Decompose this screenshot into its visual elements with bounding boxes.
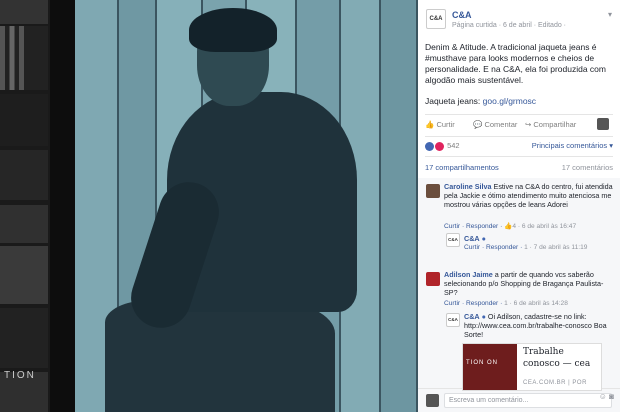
divider xyxy=(425,114,613,115)
reply-avatar[interactable]: C&A xyxy=(446,233,460,247)
love-reaction-icon xyxy=(435,141,444,151)
reaction-summary[interactable]: 542 xyxy=(425,141,460,151)
photo-viewer: TION C&A C&A Página curtida · 6 de abril… xyxy=(0,0,620,412)
post-meta: Página curtida · 6 de abril · Editado · xyxy=(452,22,567,29)
link-preview-image: TION ON xyxy=(463,344,517,390)
verified-badge-icon: ● xyxy=(481,234,486,243)
shares-link[interactable]: 17 compartilhamentos xyxy=(425,163,499,172)
feed-thumbnail[interactable] xyxy=(0,94,48,146)
comment-actions[interactable]: Curtir · Responder · xyxy=(444,300,502,307)
replier-name[interactable]: C&A xyxy=(464,312,480,321)
feed-thumbnail[interactable] xyxy=(0,26,48,90)
reply-body: C&A ● Oi Adilson, cadastre-se no link: h… xyxy=(464,312,614,339)
emoji-camera-icons[interactable]: ☺ ◙ xyxy=(599,392,614,401)
feed-thumbnail[interactable] xyxy=(0,150,48,200)
comment-body: Adilson Jaime a partir de quando vcs sab… xyxy=(444,270,614,297)
comment-composer: Escreva um comentário... ☺ ◙ xyxy=(418,388,620,412)
link-preview-title: Trabalhe xyxy=(523,347,564,357)
comment-like-count: 4 xyxy=(512,223,516,230)
share-label: Compartilhar xyxy=(533,120,577,129)
feed-thumbnail[interactable] xyxy=(0,205,48,243)
like-label: Curtir xyxy=(436,120,455,129)
post-header: C&A C&A Página curtida · 6 de abril · Ed… xyxy=(418,0,620,34)
post-actions: 👍 Curtir 💬 Comentar ↪ Compartilhar xyxy=(425,118,613,132)
commenter-avatar[interactable] xyxy=(426,184,440,198)
post-text: Denim & Atitude. A tradicional jaqueta j… xyxy=(425,42,606,85)
share-button[interactable]: ↪ Compartilhar xyxy=(525,120,576,129)
comments-count[interactable]: 17 comentários xyxy=(562,163,613,172)
feed-thumbnail[interactable] xyxy=(0,308,48,368)
model-hair xyxy=(189,8,277,52)
commenter-name[interactable]: Caroline Silva xyxy=(444,182,492,191)
reply-footer: Curtir · Responder · 1 · 7 de abril às 1… xyxy=(464,244,614,251)
verified-badge-icon: ● xyxy=(481,312,486,321)
comment-date: 1 · 6 de abril às 14:28 xyxy=(504,300,568,307)
reply-date: 1 · 7 de abril às 11:19 xyxy=(524,244,588,251)
comment-actions[interactable]: Curtir · Responder · xyxy=(444,223,502,230)
divider xyxy=(425,156,613,157)
link-preview-subtitle: conosco — cea xyxy=(523,359,591,369)
feed-thumbnail-label: TION xyxy=(4,370,36,381)
link-preview-card[interactable]: TION ON Trabalhe conosco — cea CEA.COM.B… xyxy=(462,343,602,391)
link-preview-domain: CEA.COM.BR | POR xyxy=(523,380,587,386)
divider xyxy=(425,136,613,137)
chevron-down-icon[interactable]: ▾ xyxy=(608,10,612,19)
wood-plank xyxy=(381,0,418,412)
background-feed: TION xyxy=(0,0,75,412)
comment-button[interactable]: 💬 Comentar xyxy=(473,120,517,129)
comment-sort-dropdown[interactable]: Principais comentários ▾ xyxy=(532,141,613,150)
comment-footer: Curtir · Responder · 1 · 6 de abril às 1… xyxy=(444,300,568,307)
post-link[interactable]: goo.gl/grmosc xyxy=(483,96,536,106)
page-avatar[interactable]: C&A xyxy=(426,9,446,29)
commenter-avatar[interactable] xyxy=(426,272,440,286)
comment-input[interactable]: Escreva um comentário... xyxy=(444,393,612,408)
viewer-avatar[interactable] xyxy=(597,118,609,130)
reply-avatar[interactable]: C&A xyxy=(446,313,460,327)
comment-footer: Curtir · Responder · 👍4 · 6 de abril às … xyxy=(444,222,576,230)
comment-label: Comentar xyxy=(484,120,518,129)
like-reaction-icon xyxy=(425,141,434,151)
commenter-name[interactable]: Adilson Jaime xyxy=(444,270,493,279)
overlay-dim xyxy=(50,0,75,412)
reply-body: C&A ● xyxy=(464,234,614,243)
comment-date: · 6 de abril às 16:47 xyxy=(517,223,577,230)
feed-thumbnail[interactable] xyxy=(0,246,48,304)
post-photo[interactable] xyxy=(75,0,418,412)
post-link-prefix: Jaqueta jeans: xyxy=(425,96,481,106)
reply-text: Oi Adilson, cadastre-se no link: http://… xyxy=(464,312,607,339)
comment-body: Caroline Silva Estive na C&A do centro, … xyxy=(444,182,614,209)
reply-actions[interactable]: Curtir · Responder · xyxy=(464,244,522,251)
reaction-count: 542 xyxy=(447,141,460,150)
viewer-avatar xyxy=(426,394,439,407)
replier-name[interactable]: C&A xyxy=(464,234,480,243)
feed-thumbnail[interactable] xyxy=(0,0,48,24)
post-link-line: Jaqueta jeans: goo.gl/grmosc xyxy=(425,96,536,106)
like-button[interactable]: 👍 Curtir xyxy=(425,120,455,129)
page-name-link[interactable]: C&A xyxy=(452,10,472,20)
